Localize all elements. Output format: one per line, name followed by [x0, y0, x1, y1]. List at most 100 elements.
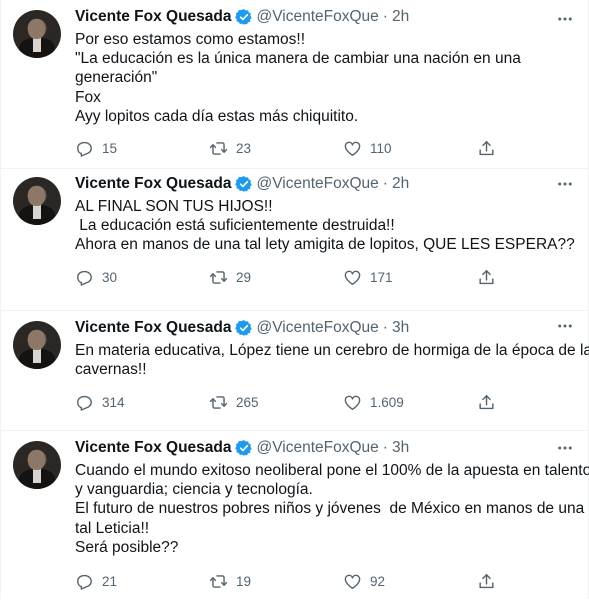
- tweet-text-line: tal Leticia!!: [75, 519, 150, 537]
- author-handle[interactable]: @VicenteFoxQue: [257, 439, 379, 457]
- reply-icon: [77, 574, 92, 590]
- retweet-icon: [209, 271, 228, 284]
- like-count: 171: [370, 270, 393, 286]
- reply-button[interactable]: 30: [75, 268, 209, 287]
- more-options-icon[interactable]: [556, 10, 574, 28]
- tweet-text-line: Por eso estamos como estamos!!: [75, 31, 306, 48]
- tweet-text-line: Ahora en manos de una tal lety amigita d…: [75, 236, 575, 254]
- retweet-count: 265: [236, 394, 259, 410]
- avatar[interactable]: [13, 177, 61, 225]
- timeline: Vicente Fox Quesada @VicenteFoxQue · 2h …: [0, 0, 589, 599]
- tweet-time[interactable]: 2h: [392, 175, 409, 193]
- retweet-count: 29: [236, 270, 252, 286]
- reply-count: 15: [102, 140, 118, 156]
- share-button[interactable]: [477, 393, 504, 412]
- tweet-text-line: generación": [75, 69, 158, 87]
- more-options-icon[interactable]: [556, 175, 574, 193]
- separator-dot: ·: [382, 439, 388, 456]
- retweet-icon: [209, 396, 228, 409]
- tweet-header: Vicente Fox Quesada @VicenteFoxQue · 3h: [75, 311, 576, 339]
- like-count: 1.609: [370, 394, 404, 410]
- reply-count: 314: [102, 394, 125, 410]
- tweet-text-line: y vanguardia; ciencia y tecnología.: [75, 481, 313, 499]
- avatar[interactable]: [13, 321, 61, 369]
- tweet-text-line: Será posible??: [75, 538, 179, 556]
- retweet-count: 23: [236, 140, 252, 156]
- retweet-button[interactable]: 29: [209, 268, 343, 287]
- tweet-text-line: "La educación es la única manera de camb…: [75, 50, 521, 68]
- verified-badge-icon: [234, 320, 252, 336]
- separator-dot: ·: [382, 319, 388, 336]
- tweet-time[interactable]: 3h: [392, 319, 409, 337]
- tweet-text-line: En materia educativa, López tiene un cer…: [75, 342, 589, 359]
- tweet-text-line: Fox: [75, 88, 101, 106]
- author-name[interactable]: Vicente Fox Quesada: [75, 175, 232, 193]
- tweet-text: Cuando el mundo exitoso neoliberal pone …: [75, 461, 589, 557]
- tweet-time[interactable]: 3h: [392, 439, 409, 457]
- more-options-icon[interactable]: [556, 317, 574, 335]
- retweet-icon: [209, 141, 228, 155]
- retweet-icon: [209, 574, 228, 588]
- like-icon: [344, 141, 361, 156]
- verified-badge-icon: [234, 440, 252, 456]
- reply-count: 21: [102, 573, 118, 589]
- like-button[interactable]: 110: [343, 139, 477, 158]
- avatar[interactable]: [13, 10, 61, 58]
- author-handle[interactable]: @VicenteFoxQue: [257, 319, 379, 337]
- tweet-text-line: Cuando el mundo exitoso neoliberal pone …: [75, 462, 589, 479]
- retweet-button[interactable]: 23: [209, 139, 343, 158]
- reply-count: 30: [102, 270, 118, 286]
- share-icon: [479, 270, 494, 285]
- tweet-actions: 30 29 171: [75, 268, 576, 288]
- like-icon: [344, 270, 361, 286]
- author-handle[interactable]: @VicenteFoxQue: [257, 8, 379, 26]
- share-button[interactable]: [477, 268, 504, 287]
- tweet-header: Vicente Fox Quesada @VicenteFoxQue · 2h: [75, 169, 576, 195]
- tweet[interactable]: Vicente Fox Quesada @VicenteFoxQue · 3h …: [1, 311, 589, 431]
- reply-button[interactable]: 314: [75, 393, 209, 412]
- author-handle[interactable]: @VicenteFoxQue: [257, 175, 379, 193]
- tweet-header: Vicente Fox Quesada @VicenteFoxQue · 3h: [75, 431, 576, 459]
- verified-badge-icon: [234, 176, 252, 192]
- tweet[interactable]: Vicente Fox Quesada @VicenteFoxQue · 2h …: [1, 169, 588, 311]
- share-button[interactable]: [477, 139, 504, 158]
- tweet-text: En materia educativa, López tiene un cer…: [75, 341, 589, 379]
- retweet-count: 19: [236, 573, 252, 589]
- retweet-button[interactable]: 19: [209, 572, 343, 591]
- author-name[interactable]: Vicente Fox Quesada: [75, 439, 232, 457]
- share-button[interactable]: [477, 572, 504, 591]
- tweet-actions: 15 23 110: [75, 138, 576, 158]
- like-button[interactable]: 1.609: [343, 393, 477, 412]
- like-icon: [344, 574, 361, 589]
- tweet-text-line: El futuro de nuestros pobres niños y jóv…: [75, 500, 585, 518]
- like-button[interactable]: 92: [343, 572, 477, 591]
- like-count: 92: [370, 573, 386, 589]
- like-icon: [344, 395, 361, 410]
- tweet[interactable]: Vicente Fox Quesada @VicenteFoxQue · 3h …: [1, 431, 589, 599]
- separator-dot: ·: [382, 175, 388, 192]
- reply-button[interactable]: 15: [75, 139, 209, 158]
- separator-dot: ·: [382, 8, 388, 25]
- share-icon: [479, 394, 494, 410]
- tweet-text-line: AL FINAL SON TUS HIJOS!!: [75, 198, 273, 215]
- reply-icon: [77, 141, 92, 157]
- tweet-text-line: Ayy lopitos cada día estas más chiquitit…: [75, 107, 359, 125]
- tweet-text: Por eso estamos como estamos!! "La educa…: [75, 30, 576, 126]
- reply-icon: [77, 395, 92, 411]
- reply-button[interactable]: 21: [75, 572, 209, 591]
- author-name[interactable]: Vicente Fox Quesada: [75, 319, 232, 337]
- verified-badge-icon: [234, 9, 252, 25]
- avatar[interactable]: [13, 441, 61, 489]
- like-count: 110: [370, 140, 392, 156]
- more-options-icon[interactable]: [556, 439, 574, 457]
- tweet-time[interactable]: 2h: [392, 8, 409, 26]
- reply-icon: [77, 270, 92, 286]
- retweet-button[interactable]: 265: [209, 393, 343, 412]
- tweet-text-line: cavernas!!: [75, 361, 147, 379]
- share-icon: [479, 573, 494, 588]
- tweet-text: AL FINAL SON TUS HIJOS!! La educación es…: [75, 197, 576, 255]
- tweet[interactable]: Vicente Fox Quesada @VicenteFoxQue · 2h …: [1, 0, 588, 169]
- tweet-header: Vicente Fox Quesada @VicenteFoxQue · 2h: [75, 0, 576, 28]
- like-button[interactable]: 171: [343, 268, 477, 287]
- author-name[interactable]: Vicente Fox Quesada: [75, 8, 232, 26]
